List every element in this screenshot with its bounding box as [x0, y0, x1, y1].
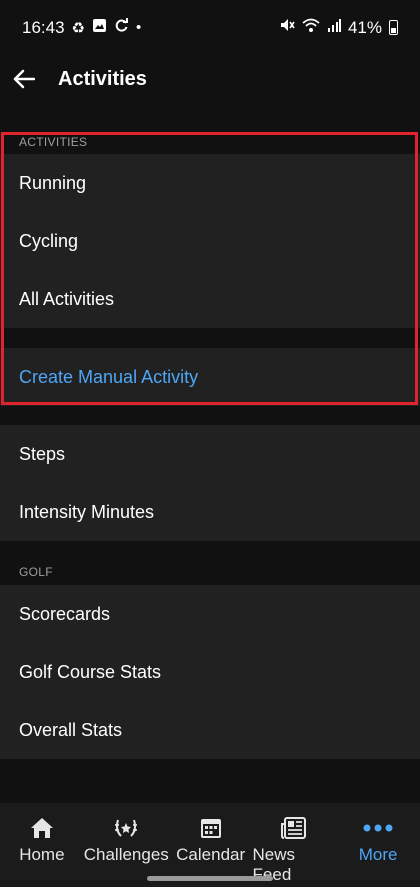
- list-item-steps[interactable]: Steps: [0, 425, 420, 483]
- nav-home[interactable]: Home: [0, 803, 84, 887]
- list-item-cycling[interactable]: Cycling: [0, 212, 420, 270]
- nav-home-label: Home: [19, 845, 65, 864]
- image-icon: [92, 18, 107, 38]
- newspaper-icon: [281, 815, 307, 841]
- nav-challenges[interactable]: Challenges: [84, 803, 169, 887]
- status-right: 41%: [279, 17, 398, 38]
- list-item-running[interactable]: Running: [0, 154, 420, 212]
- list-bottom-padding: [0, 759, 420, 803]
- status-left: 16:43 ♻ •: [22, 17, 142, 38]
- battery-icon: [389, 20, 398, 35]
- section-divider: [0, 406, 420, 425]
- list-item-intensity-minutes[interactable]: Intensity Minutes: [0, 483, 420, 541]
- home-icon: [29, 815, 55, 841]
- page-title: Activities: [58, 67, 147, 90]
- nav-calendar-label: Calendar: [176, 845, 246, 864]
- list-item-overall-stats[interactable]: Overall Stats: [0, 701, 420, 759]
- list-item-golf-course-stats[interactable]: Golf Course Stats: [0, 643, 420, 701]
- wifi-icon: [302, 18, 320, 38]
- signal-icon: [327, 18, 341, 38]
- nav-challenges-label: Challenges: [83, 845, 169, 864]
- status-time: 16:43: [22, 17, 65, 37]
- laurel-icon: [113, 815, 139, 841]
- calendar-icon: [199, 815, 223, 841]
- battery-percent: 41%: [347, 17, 382, 37]
- section-header-golf: GOLF: [0, 541, 420, 585]
- sync-icon: [114, 17, 129, 38]
- recycle-icon: ♻: [71, 19, 85, 37]
- list-item-scorecards[interactable]: Scorecards: [0, 585, 420, 643]
- nav-calendar[interactable]: Calendar: [169, 803, 253, 887]
- nav-more-label: More: [358, 845, 398, 864]
- more-dots-icon: [362, 815, 394, 841]
- app-bar: Activities: [0, 55, 420, 103]
- status-bar: 16:43 ♻ • 41%: [0, 0, 420, 55]
- home-indicator[interactable]: [147, 876, 273, 881]
- list-item-all-activities[interactable]: All Activities: [0, 270, 420, 328]
- create-manual-activity-link[interactable]: Create Manual Activity: [0, 348, 420, 406]
- bottom-nav: Home Challenges Calendar News Feed More: [0, 803, 420, 887]
- nav-more[interactable]: More: [336, 803, 420, 887]
- mute-icon: [279, 17, 295, 38]
- section-header-activities: ACTIVITIES: [0, 135, 420, 153]
- section-divider: [0, 328, 420, 348]
- back-arrow-icon[interactable]: [12, 67, 36, 91]
- dot-icon: •: [136, 19, 142, 36]
- nav-news-feed[interactable]: News Feed: [253, 803, 337, 887]
